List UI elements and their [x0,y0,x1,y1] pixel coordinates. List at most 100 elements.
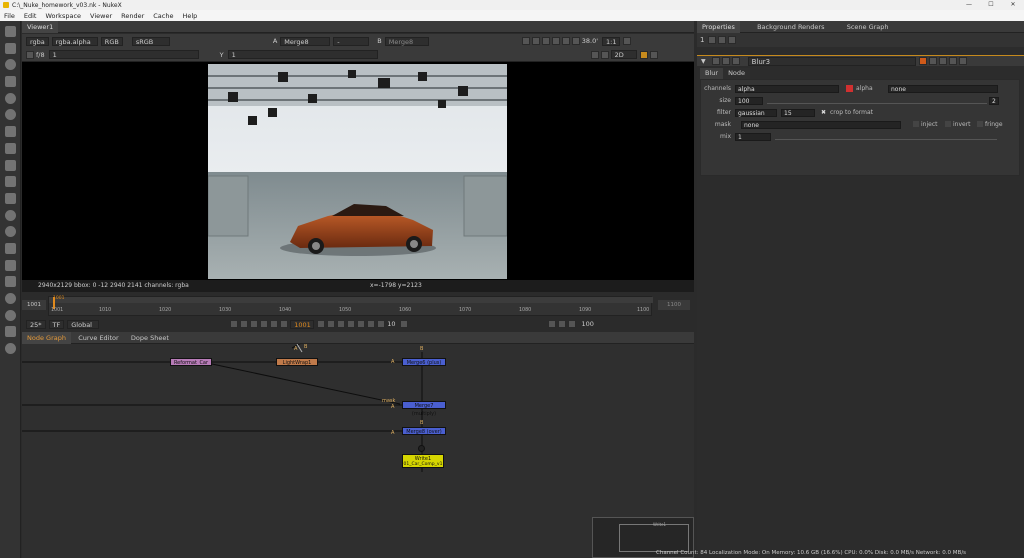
first-frame-icon[interactable] [240,320,249,328]
merge7-node[interactable]: Merge7 (multiply) [402,401,446,417]
time-tool-icon[interactable] [4,59,16,71]
properties-count[interactable]: 1 [700,36,704,44]
tab-background-renders[interactable]: Background Renders [752,21,829,33]
mix-field[interactable]: 1 [735,133,771,141]
merge-op-dropdown[interactable]: - [333,36,370,46]
menu-cache[interactable]: Cache [153,12,173,20]
timeline-ruler[interactable]: 1001 1001 1010 1020 1030 1040 1050 1060 … [48,296,653,316]
settings-icon[interactable] [649,50,658,59]
tab-dope-sheet[interactable]: Dope Sheet [126,332,174,344]
color-swatch-icon[interactable] [721,57,730,65]
float-icon[interactable] [948,57,957,65]
tab-viewer1[interactable]: Viewer1 [22,21,59,33]
node-name-field[interactable]: Blur3 [747,56,916,66]
fstop-icon[interactable] [26,50,34,59]
loop-icon[interactable] [367,320,376,328]
view-mode-dropdown[interactable]: 2D [610,50,637,59]
merge-tool-icon[interactable] [4,142,16,154]
tab-blur[interactable]: Blur [700,68,724,79]
record-icon[interactable] [567,320,576,328]
menu-viewer[interactable]: Viewer [90,12,112,20]
views-tool-icon[interactable] [4,226,16,238]
menu-file[interactable]: File [4,12,15,20]
tab-curve-editor[interactable]: Curve Editor [73,332,123,344]
size-field[interactable]: 100 [735,97,763,105]
dot-node[interactable] [418,445,425,452]
plugins-tool-icon[interactable] [4,343,16,355]
fstop-value[interactable]: f/8 [36,51,45,59]
channels-dropdown[interactable]: rgba [26,36,49,46]
viewer-icon[interactable] [918,57,927,65]
color-tool-icon[interactable] [4,92,16,104]
pause-icon[interactable] [571,37,580,45]
lock-icon[interactable] [708,36,717,44]
gain-slider[interactable]: 1 [48,50,199,59]
tf-dropdown[interactable]: TF [48,319,65,329]
input-b-dropdown[interactable]: Merge8 [384,36,429,46]
mask-channel-dropdown[interactable]: none [888,85,998,93]
image-tool-icon[interactable] [4,26,16,37]
next-frame-icon[interactable] [327,320,336,328]
minimize-button[interactable]: — [958,0,980,10]
step-icon[interactable] [377,320,386,328]
keyer-tool-icon[interactable] [4,126,16,138]
play-backward-icon[interactable] [280,320,289,328]
range-dropdown[interactable]: Global [67,319,100,329]
camera-icon[interactable] [600,50,609,59]
channels-dropdown[interactable]: alpha [735,85,839,93]
close-button[interactable]: ✕ [1002,0,1024,10]
roi-select-icon[interactable] [590,50,599,59]
prev-frame-icon[interactable] [270,320,279,328]
clear-icon[interactable] [718,36,727,44]
deep-tool-icon[interactable] [4,209,16,221]
merge8-node[interactable]: Merge8 (over) [402,427,446,435]
filter-quality-field[interactable]: 15 [781,109,815,117]
gamma-slider[interactable]: 1 [227,50,378,59]
tab-properties[interactable]: Properties [697,21,740,33]
draw-tool-icon[interactable] [4,42,16,54]
toolsets-tool-icon[interactable] [4,259,16,271]
fps-dropdown[interactable]: 25* [26,319,46,329]
increment-value[interactable]: 100 [582,320,594,328]
roi-icon[interactable] [521,37,530,45]
pen-icon[interactable] [728,36,737,44]
size-slider[interactable] [767,98,987,104]
invert-checkbox[interactable] [945,121,951,127]
refresh-icon[interactable] [561,37,570,45]
out-point-field[interactable]: 1100 [658,300,690,310]
play-forward-icon[interactable] [317,320,326,328]
reformat-car-node[interactable]: Reformat_Car [170,358,212,366]
fringe-checkbox[interactable] [977,121,983,127]
prev-keyframe-icon[interactable] [250,320,259,328]
zoom-value[interactable]: 38.0' [582,37,598,45]
lightwrap-node[interactable]: LightWrap1 [276,358,318,366]
mix-slider[interactable] [775,134,997,140]
collapse-icon[interactable]: ▼ [701,58,706,65]
furnace-tool-icon[interactable] [4,293,16,304]
forward-step-icon[interactable] [337,320,346,328]
alpha-checkbox[interactable] [846,85,853,92]
marker-icon[interactable] [230,320,239,328]
guide-icon[interactable] [541,37,550,45]
help-icon[interactable] [928,57,937,65]
tab-node-graph[interactable]: Node Graph [22,332,71,344]
tab-scene-graph[interactable]: Scene Graph [842,21,894,33]
clip-icon[interactable] [531,37,540,45]
merge6-node[interactable]: Merge6 (plus) [402,358,446,366]
menu-render[interactable]: Render [121,12,144,20]
tab-node[interactable]: Node [723,68,751,79]
inject-checkbox[interactable] [913,121,919,127]
revert-icon[interactable] [938,57,947,65]
channel-tool-icon[interactable] [4,76,16,88]
menu-edit[interactable]: Edit [24,12,37,20]
back-step-icon[interactable] [260,320,269,328]
filter-tool-icon[interactable] [4,109,16,121]
next-step-icon[interactable] [399,320,408,328]
edit-icon[interactable] [731,57,740,65]
viewer-menu-icon[interactable] [623,37,632,45]
mask-dropdown[interactable]: none [741,121,901,129]
ocula-tool-icon[interactable] [4,309,16,321]
flipbook-icon[interactable] [557,320,566,328]
particles-tool-icon[interactable] [4,192,16,204]
step-value[interactable]: 10 [387,320,395,328]
